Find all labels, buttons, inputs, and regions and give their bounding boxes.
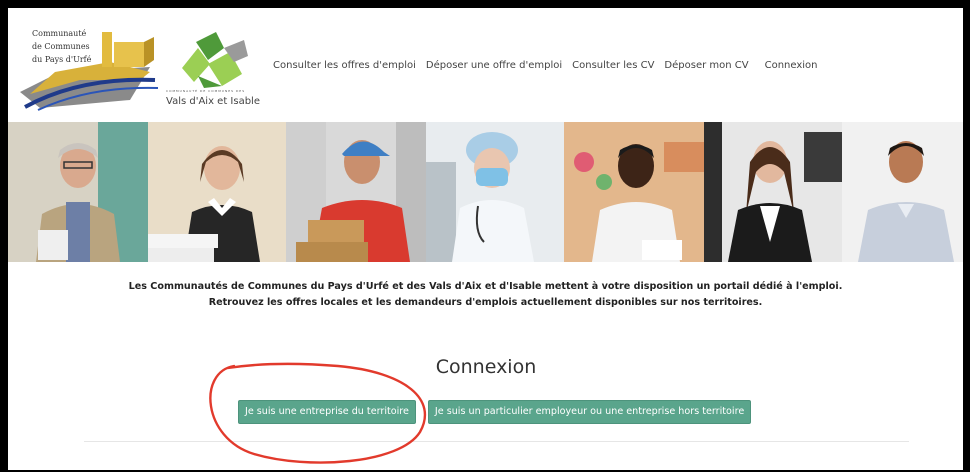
red-circle-annotation-icon xyxy=(209,362,427,464)
browser-frame: Communauté de Communes du Pays d'Urfé CO… xyxy=(8,8,963,470)
